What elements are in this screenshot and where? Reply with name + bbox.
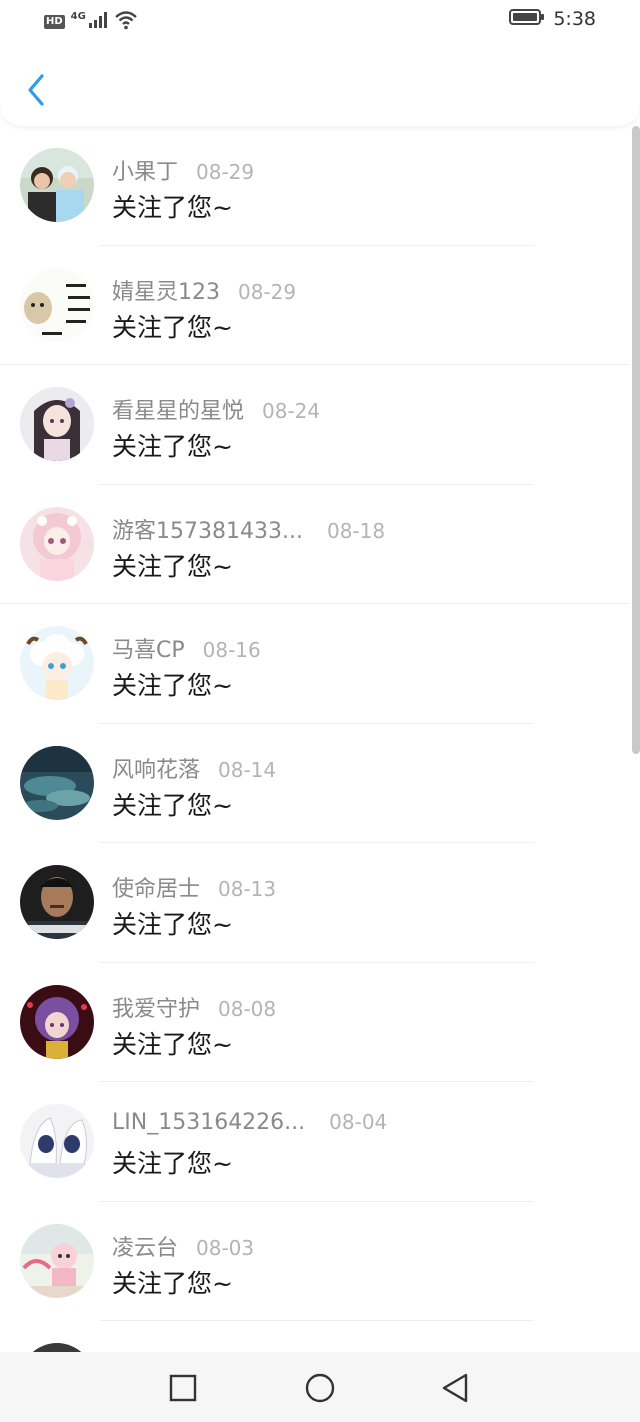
wifi-icon bbox=[114, 10, 138, 34]
username[interactable]: 婧星灵123 bbox=[112, 274, 220, 306]
username[interactable]: 看星星的星悦 bbox=[112, 393, 244, 425]
name-line: 小果丁 08-29 bbox=[112, 154, 254, 186]
square-icon bbox=[169, 1374, 197, 1402]
nav-bar bbox=[0, 60, 640, 122]
message: 关注了您~ bbox=[112, 551, 233, 581]
name-line: 看星星的星悦 08-24 bbox=[112, 393, 320, 425]
name-line: 我爱守护 08-08 bbox=[112, 991, 276, 1023]
recent-apps-button[interactable] bbox=[163, 1368, 203, 1408]
name-line: LIN_153164226... 08-04 bbox=[112, 1110, 387, 1135]
signal-icon bbox=[88, 11, 108, 33]
scrollbar[interactable] bbox=[632, 126, 640, 754]
avatar[interactable] bbox=[20, 1223, 94, 1298]
status-time: 5:38 bbox=[553, 8, 596, 30]
message: 关注了您~ bbox=[112, 910, 233, 939]
status-left: HD 4G bbox=[44, 10, 138, 34]
date: 08-29 bbox=[238, 279, 297, 304]
name-line: 马喜CP 08-16 bbox=[112, 632, 261, 664]
date: 08-24 bbox=[262, 399, 321, 423]
name-line: 婧星灵123 08-29 bbox=[112, 274, 296, 306]
avatar[interactable] bbox=[20, 506, 94, 581]
list-item[interactable]: 婧星灵123 08-29 关注了您~ bbox=[0, 246, 630, 365]
avatar[interactable] bbox=[20, 387, 94, 461]
list-item[interactable]: LIN_153164226... 08-04 关注了您~ bbox=[0, 1082, 630, 1202]
date: 08-13 bbox=[218, 877, 277, 901]
list-item[interactable]: 看星星的星悦 08-24 关注了您~ bbox=[0, 365, 630, 485]
avatar[interactable] bbox=[20, 626, 94, 700]
username[interactable]: LIN_153164226... bbox=[112, 1110, 305, 1135]
hd-badge: HD bbox=[44, 15, 65, 29]
system-back-button[interactable] bbox=[435, 1368, 475, 1408]
date: 08-29 bbox=[196, 160, 255, 184]
username[interactable]: 小果丁 bbox=[112, 154, 178, 186]
circle-icon bbox=[305, 1373, 335, 1403]
username[interactable]: 马喜CP bbox=[112, 632, 185, 664]
follower-notification-list[interactable]: 小果丁 08-29 关注了您~ 婧星灵123 08-29 关注了您~ 看星星的星… bbox=[0, 126, 630, 1352]
triangle-back-icon bbox=[442, 1373, 468, 1403]
date: 08-18 bbox=[326, 518, 386, 543]
message: 关注了您~ bbox=[112, 1268, 233, 1298]
date: 08-04 bbox=[329, 1110, 388, 1134]
avatar[interactable] bbox=[20, 1104, 94, 1178]
list-item[interactable]: 游客157381433... 08-18 关注了您~ bbox=[0, 485, 630, 604]
username[interactable]: 使命居士 bbox=[112, 871, 200, 903]
avatar[interactable] bbox=[20, 267, 94, 342]
date: 08-03 bbox=[196, 1235, 255, 1260]
message: 关注了您~ bbox=[112, 1149, 233, 1178]
avatar[interactable] bbox=[20, 865, 94, 939]
name-line: 凌云台 08-03 bbox=[112, 1230, 254, 1262]
date: 08-14 bbox=[218, 757, 277, 782]
avatar[interactable] bbox=[20, 148, 94, 222]
date: 08-16 bbox=[202, 638, 261, 662]
username[interactable]: 凌云台 bbox=[112, 1230, 178, 1262]
system-nav-bar bbox=[0, 1352, 640, 1422]
avatar[interactable] bbox=[20, 984, 94, 1059]
message: 关注了您~ bbox=[112, 312, 233, 342]
list-item[interactable]: 小果丁 08-29 关注了您~ bbox=[0, 126, 630, 246]
name-line: 游客157381433... 08-18 bbox=[112, 513, 385, 545]
name-line: 使命居士 08-13 bbox=[112, 871, 276, 903]
list-item[interactable]: 我爱守护 08-08 关注了您~ bbox=[0, 963, 630, 1082]
message: 关注了您~ bbox=[112, 790, 233, 820]
list-item[interactable]: 凌云台 08-03 关注了您~ bbox=[0, 1202, 630, 1321]
chevron-left-icon bbox=[28, 74, 44, 106]
username[interactable]: 风响花落 bbox=[112, 752, 200, 784]
top-header: HD 4G 5:38 bbox=[0, 0, 640, 126]
list-item[interactable] bbox=[0, 1321, 630, 1352]
back-button[interactable] bbox=[18, 70, 54, 110]
list-item[interactable]: 马喜CP 08-16 关注了您~ bbox=[0, 604, 630, 724]
name-line: 风响花落 08-14 bbox=[112, 752, 276, 784]
username[interactable]: 我爱守护 bbox=[112, 991, 200, 1023]
list-item[interactable]: 风响花落 08-14 关注了您~ bbox=[0, 724, 630, 843]
home-button[interactable] bbox=[300, 1368, 340, 1408]
message: 关注了您~ bbox=[112, 1029, 233, 1059]
avatar[interactable] bbox=[20, 745, 94, 820]
status-bar: HD 4G 5:38 bbox=[0, 0, 640, 44]
username[interactable]: 游客157381433... bbox=[112, 513, 303, 545]
battery-icon bbox=[509, 8, 545, 30]
message: 关注了您~ bbox=[112, 193, 233, 222]
message: 关注了您~ bbox=[112, 432, 233, 461]
status-right: 5:38 bbox=[509, 8, 596, 30]
avatar[interactable] bbox=[20, 1343, 94, 1352]
network-type: 4G bbox=[70, 10, 86, 22]
message: 关注了您~ bbox=[112, 671, 233, 700]
date: 08-08 bbox=[218, 996, 277, 1021]
list-item[interactable]: 使命居士 08-13 关注了您~ bbox=[0, 843, 630, 963]
